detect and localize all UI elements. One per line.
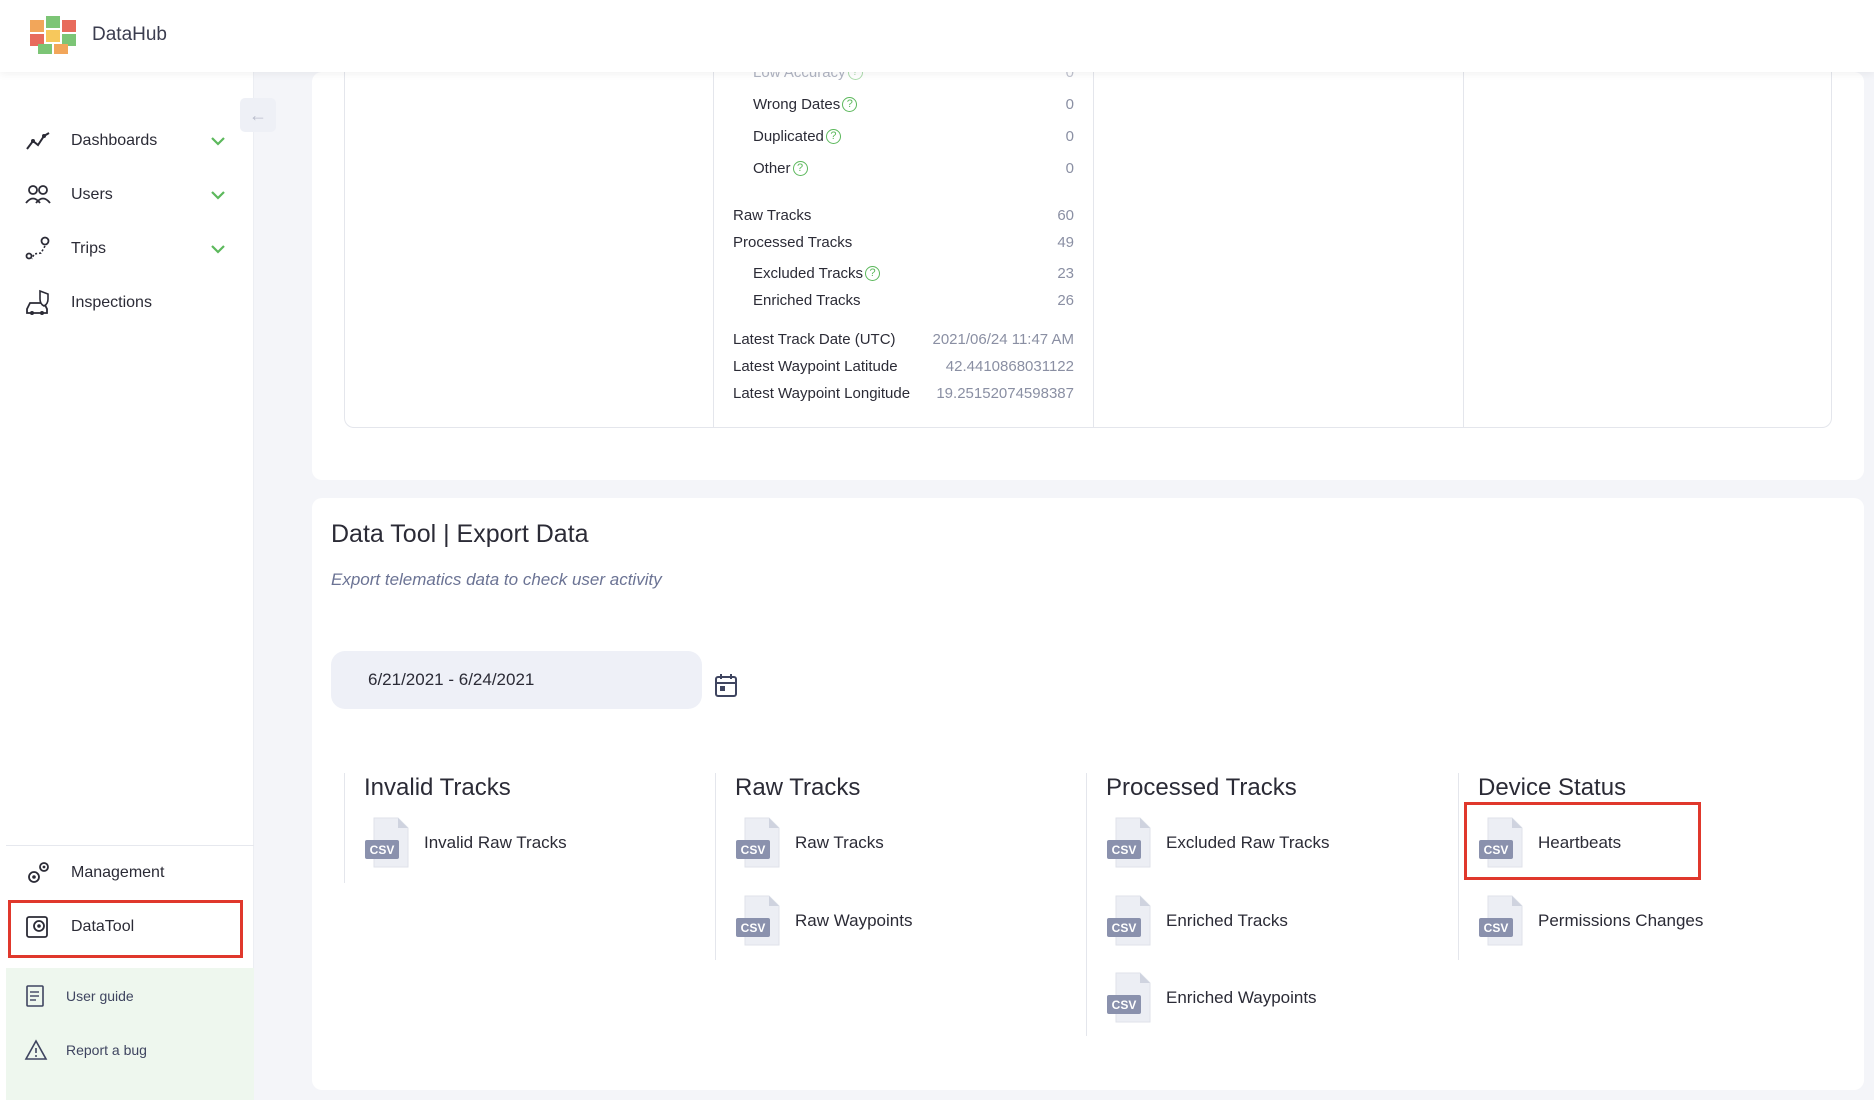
chevron-down-icon[interactable]: [210, 136, 226, 146]
section-divider: [715, 773, 716, 960]
csv-file-icon: [1106, 972, 1152, 1024]
sidebar-item-label: Trips: [71, 240, 106, 257]
file-label: Excluded Raw Tracks: [1166, 833, 1330, 852]
csv-file-icon: [364, 817, 410, 869]
download-permissions-changes[interactable]: Permissions Changes: [1478, 895, 1703, 947]
route-icon: [25, 236, 50, 260]
sidebar-divider: [6, 845, 254, 846]
datahub-logo-icon[interactable]: [28, 12, 80, 56]
file-label: Enriched Tracks: [1166, 911, 1288, 930]
sidebar-item-label: Management: [71, 864, 165, 881]
user-guide-link[interactable]: User guide: [6, 976, 246, 1016]
download-raw-tracks[interactable]: Raw Tracks: [735, 817, 884, 869]
sidebar-item-label: Dashboards: [71, 132, 158, 149]
gears-icon: [28, 862, 49, 883]
stat-label-other: Other?: [753, 160, 808, 177]
sidebar-item-dashboards[interactable]: Dashboards: [0, 119, 240, 163]
file-label: Invalid Raw Tracks: [424, 833, 567, 852]
stats-column-divider: [1093, 72, 1094, 428]
sidebar-footer: User guide Report a bug: [6, 968, 254, 1100]
stat-label-excluded-tracks: Excluded Tracks?: [753, 265, 881, 282]
section-divider: [1086, 773, 1087, 1036]
download-excluded-raw-tracks[interactable]: Excluded Raw Tracks: [1106, 817, 1329, 869]
chevron-down-icon[interactable]: [210, 190, 226, 200]
export-subtitle: Export telematics data to check user act…: [331, 570, 662, 589]
stat-value: 26: [1057, 292, 1074, 309]
stat-label-wrong-dates: Wrong Dates?: [753, 96, 858, 113]
section-title-invalid-tracks: Invalid Tracks: [364, 774, 511, 801]
datatool-highlight-box: [8, 900, 243, 958]
download-enriched-waypoints[interactable]: Enriched Waypoints: [1106, 972, 1317, 1024]
stat-value: 60: [1057, 207, 1074, 224]
top-header: DataHub: [0, 0, 1874, 72]
csv-file-icon: [1106, 817, 1152, 869]
sidebar-item-trips[interactable]: Trips: [0, 227, 240, 271]
download-enriched-tracks[interactable]: Enriched Tracks: [1106, 895, 1288, 947]
sidebar-item-management[interactable]: Management: [0, 851, 240, 895]
section-divider: [344, 773, 345, 883]
stats-column-divider: [1463, 72, 1464, 428]
date-range-value: 6/21/2021 - 6/24/2021: [368, 670, 535, 689]
footer-item-label: Report a bug: [66, 1042, 147, 1058]
help-icon[interactable]: ?: [825, 129, 841, 144]
help-icon[interactable]: ?: [842, 97, 858, 112]
sidebar-item-users[interactable]: Users: [0, 173, 240, 217]
section-title-processed-tracks: Processed Tracks: [1106, 774, 1297, 801]
heartbeats-highlight-box: [1464, 802, 1701, 880]
app-title: DataHub: [92, 24, 167, 45]
car-shield-icon: [26, 289, 49, 315]
stat-label-processed-tracks: Processed Tracks: [733, 234, 853, 251]
stat-value: 42.4410868031122: [945, 358, 1074, 375]
stats-column-divider: [713, 72, 714, 428]
report-bug-link[interactable]: Report a bug: [6, 1030, 246, 1070]
help-icon[interactable]: ?: [865, 266, 881, 281]
stat-label-latest-track-date: Latest Track Date (UTC): [733, 331, 896, 348]
sidebar-item-label: Inspections: [71, 294, 152, 311]
csv-file-icon: [735, 817, 781, 869]
section-title-raw-tracks: Raw Tracks: [735, 774, 861, 801]
download-invalid-raw-tracks[interactable]: Invalid Raw Tracks: [364, 817, 567, 869]
stat-label-latest-longitude: Latest Waypoint Longitude: [733, 385, 911, 402]
stat-value: 2021/06/24 11:47 AM: [932, 331, 1074, 348]
file-label: Permissions Changes: [1538, 911, 1704, 930]
download-raw-waypoints[interactable]: Raw Waypoints: [735, 895, 912, 947]
stat-value: 0: [1065, 160, 1074, 177]
stat-value: 0: [1065, 128, 1074, 145]
stat-value: 23: [1057, 265, 1074, 282]
csv-file-icon: [735, 895, 781, 947]
arrow-left-icon: ←: [249, 104, 267, 125]
users-icon: [25, 185, 51, 204]
warning-icon: [24, 1039, 48, 1060]
stat-value: 49: [1057, 234, 1074, 251]
chevron-down-icon[interactable]: [210, 244, 226, 254]
sidebar-item-label: Users: [71, 186, 113, 203]
chart-line-icon: [26, 132, 50, 150]
stat-label-raw-tracks: Raw Tracks: [733, 207, 812, 224]
stat-label-enriched-tracks: Enriched Tracks: [753, 292, 861, 309]
stat-value: 19.25152074598387: [936, 385, 1074, 402]
stat-label-duplicated: Duplicated?: [753, 128, 841, 145]
stat-value: 0: [1065, 96, 1074, 113]
help-icon[interactable]: ?: [792, 161, 808, 176]
stat-label-latest-latitude: Latest Waypoint Latitude: [733, 358, 898, 375]
calendar-icon[interactable]: [714, 672, 738, 698]
section-divider: [1458, 773, 1459, 960]
export-title: Data Tool | Export Data: [331, 520, 589, 548]
csv-file-icon: [1478, 895, 1524, 947]
file-label: Enriched Waypoints: [1166, 988, 1317, 1007]
stats-grid: [344, 72, 1832, 428]
footer-item-label: User guide: [66, 988, 134, 1004]
guide-icon: [26, 985, 44, 1007]
csv-file-icon: [1106, 895, 1152, 947]
file-label: Raw Waypoints: [795, 911, 913, 930]
section-title-device-status: Device Status: [1478, 774, 1627, 801]
sidebar-item-inspections[interactable]: Inspections: [0, 281, 240, 325]
collapse-sidebar-button[interactable]: ←: [240, 98, 276, 132]
file-label: Raw Tracks: [795, 833, 884, 852]
